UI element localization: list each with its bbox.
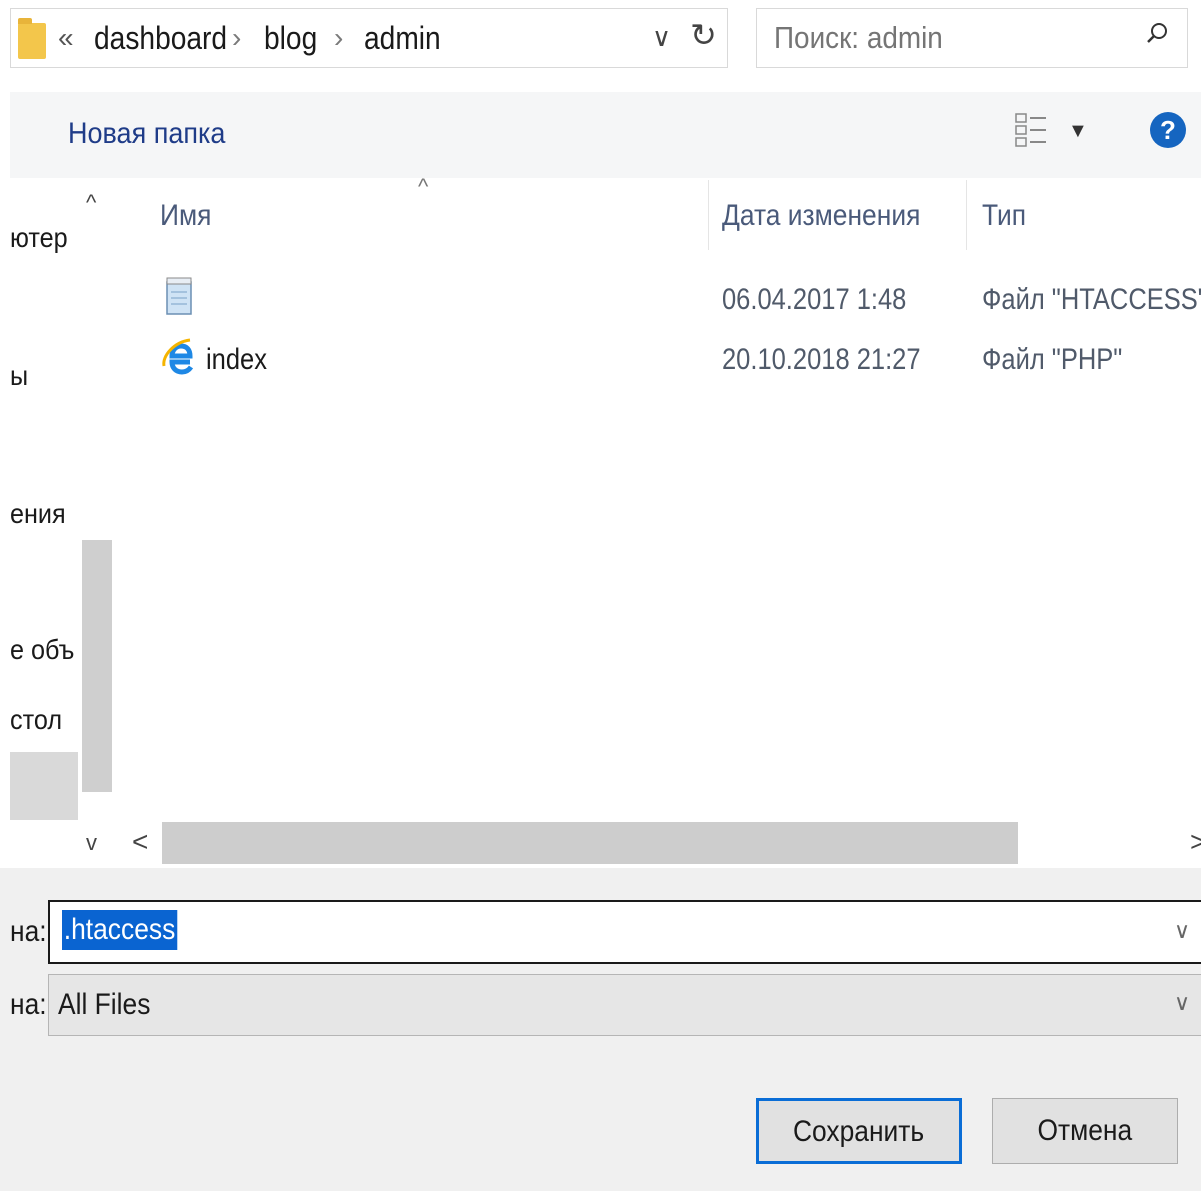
breadcrumb-blog[interactable]: blog — [264, 18, 317, 58]
nav-item[interactable]: ения — [10, 496, 66, 532]
column-divider[interactable] — [966, 180, 967, 250]
help-icon[interactable]: ? — [1150, 112, 1186, 148]
new-folder-button[interactable]: Новая папка — [68, 114, 225, 154]
filetype-value[interactable]: All Files — [58, 985, 150, 1025]
scroll-right-icon[interactable]: > — [1190, 826, 1201, 858]
file-type: Файл "PHP" — [982, 343, 1123, 376]
filename-field[interactable] — [48, 900, 1201, 964]
filetype-label: на: — [10, 988, 47, 1021]
address-dropdown-icon[interactable]: ∨ — [652, 22, 671, 53]
nav-item[interactable]: ютер — [10, 220, 68, 256]
column-header-type[interactable]: Тип — [982, 196, 1026, 236]
breadcrumb-dashboard[interactable]: dashboard — [94, 18, 227, 58]
internet-explorer-icon — [162, 338, 194, 375]
save-button-label: Сохранить — [793, 1115, 925, 1148]
view-options-icon[interactable] — [1014, 112, 1048, 150]
search-input[interactable] — [774, 18, 1098, 58]
refresh-icon[interactable]: ↻ — [690, 16, 717, 54]
scroll-left-icon[interactable]: < — [132, 826, 148, 858]
nav-scroll-up-icon[interactable]: ^ — [86, 190, 96, 216]
cancel-button[interactable]: Отмена — [992, 1098, 1178, 1164]
horizontal-scrollbar-thumb[interactable] — [162, 822, 1018, 864]
view-dropdown-icon[interactable]: ▼ — [1068, 120, 1088, 143]
nav-item[interactable]: ы — [10, 358, 28, 394]
file-modified: 20.10.2018 21:27 — [722, 343, 921, 376]
sort-indicator-icon: ^ — [418, 174, 429, 199]
filetype-select[interactable] — [48, 974, 1201, 1036]
column-header-name[interactable]: Имя — [160, 196, 211, 236]
breadcrumb-separator-icon[interactable]: › — [232, 18, 241, 58]
filename-label: на: — [10, 915, 47, 948]
file-type: Файл "HTACCESS" — [982, 283, 1201, 316]
nav-scroll-down-icon[interactable]: v — [86, 830, 97, 856]
column-header-modified[interactable]: Дата изменения — [722, 196, 920, 236]
filetype-dropdown-icon[interactable]: ∨ — [1174, 990, 1190, 1016]
notepad-icon — [166, 277, 192, 315]
filename-dropdown-icon[interactable]: ∨ — [1174, 918, 1190, 944]
file-name[interactable]: index — [206, 340, 267, 380]
overflow-chevron[interactable]: « — [58, 18, 74, 58]
nav-item[interactable]: е объ — [10, 632, 74, 668]
filename-input[interactable]: .htaccess — [62, 910, 178, 950]
folder-icon — [18, 18, 46, 59]
breadcrumb-separator-icon[interactable]: › — [334, 18, 343, 58]
cancel-button-label: Отмена — [1037, 1114, 1133, 1147]
breadcrumb-admin[interactable]: admin — [364, 18, 441, 58]
nav-scrollbar-thumb[interactable] — [82, 540, 112, 792]
nav-item[interactable]: стол — [10, 702, 62, 738]
file-modified: 06.04.2017 1:48 — [722, 283, 907, 316]
save-button[interactable]: Сохранить — [756, 1098, 962, 1164]
search-icon[interactable] — [1146, 22, 1168, 44]
column-divider[interactable] — [708, 180, 709, 250]
nav-selected-item[interactable] — [10, 752, 78, 820]
